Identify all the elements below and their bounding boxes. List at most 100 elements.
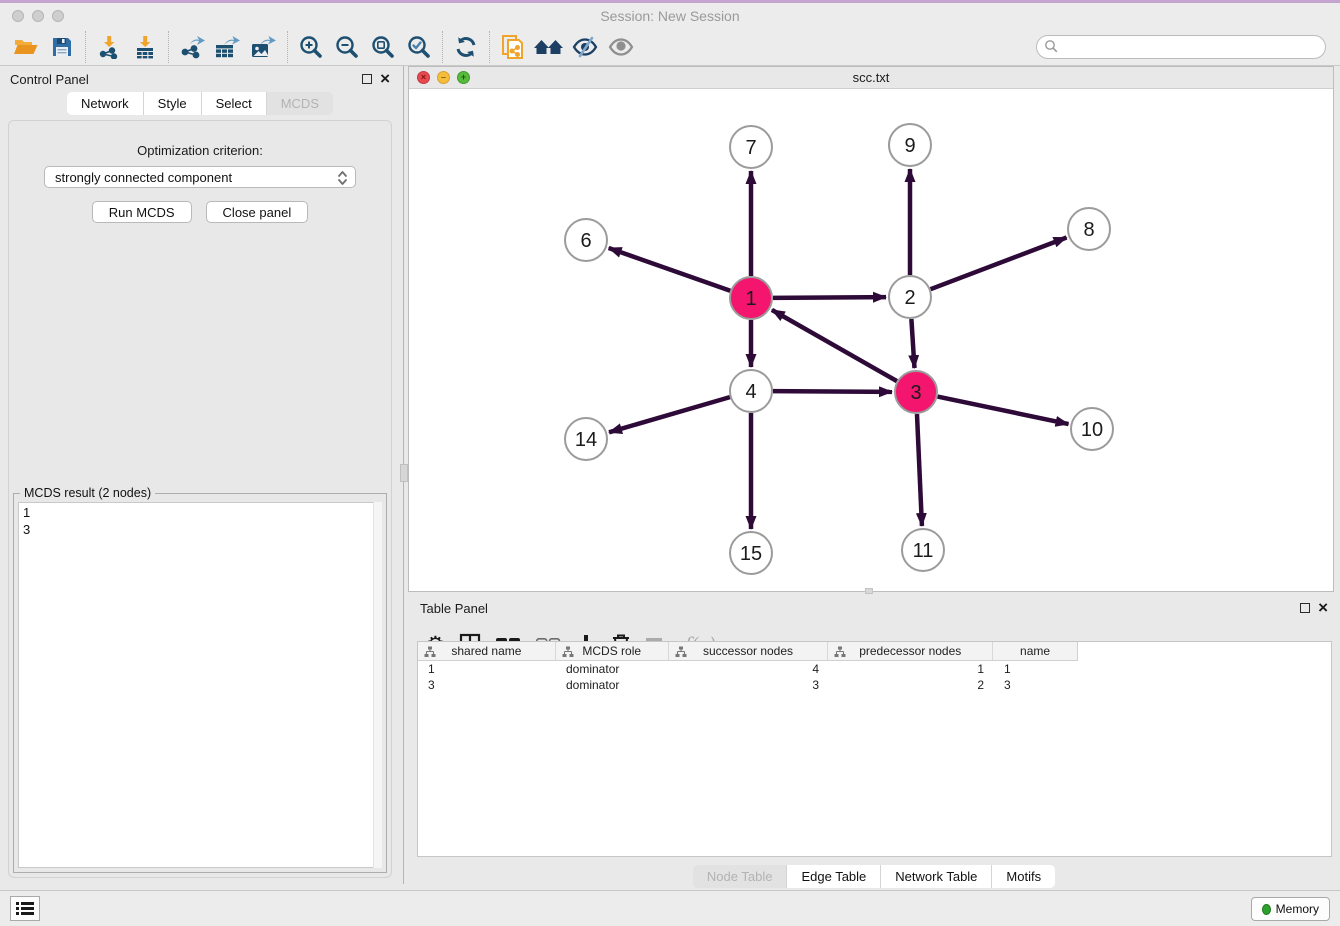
tab-select[interactable]: Select [202,92,267,115]
home-layout-icon[interactable] [531,31,567,63]
export-table-icon[interactable] [210,31,246,63]
control-panel: Control Panel × NetworkStyleSelectMCDS O… [0,66,400,884]
graph-edge-3-11[interactable] [917,414,922,526]
tab-node-table[interactable]: Node Table [693,865,788,888]
status-bar: Memory [0,890,1340,926]
run-mcds-button[interactable]: Run MCDS [92,201,192,223]
import-table-icon[interactable] [127,31,163,63]
graph-edge-3-1[interactable] [772,310,897,381]
column-header-successor-nodes[interactable]: successor nodes [669,642,829,660]
frame-minimize-icon[interactable]: – [437,71,450,84]
toolbar-separator [287,31,288,63]
save-session-icon[interactable] [44,31,80,63]
cell-successor-nodes[interactable]: 3 [669,677,829,693]
graph-edge-4-3[interactable] [773,391,892,392]
network-frame-titlebar[interactable]: × – + scc.txt [409,67,1333,89]
graph-edge-2-3[interactable] [911,319,914,368]
cell-mcds-role[interactable]: dominator [556,677,669,693]
result-scrollbar[interactable] [373,502,382,868]
optimization-criterion-label: Optimization criterion: [9,143,391,158]
splitter-grip[interactable] [400,464,408,482]
tab-edge-table[interactable]: Edge Table [787,865,881,888]
float-panel-icon[interactable] [362,74,372,84]
graph-edge-1-2[interactable] [773,297,886,298]
mcds-result-text[interactable]: 1 3 [18,502,382,868]
cell-shared-name[interactable]: 3 [418,677,556,693]
graph-node-label-2: 2 [904,287,915,309]
close-panel-button[interactable]: Close panel [206,201,309,223]
column-header-name[interactable]: name [993,642,1077,660]
graph-node-label-8: 8 [1083,219,1094,241]
graph-node-label-1: 1 [745,288,756,310]
graph-edge-3-10[interactable] [938,397,1069,425]
show-graphics-details-icon[interactable] [603,31,639,63]
float-table-panel-icon[interactable] [1300,603,1310,613]
memory-label: Memory [1276,902,1319,916]
control-panel-title: Control Panel [10,72,89,87]
minimize-window-icon[interactable] [32,10,44,22]
memory-button[interactable]: Memory [1251,897,1330,921]
frame-close-icon[interactable]: × [417,71,430,84]
cell-successor-nodes[interactable]: 4 [669,661,829,677]
panel-splitter[interactable] [400,66,408,884]
zoom-fit-icon[interactable] [365,31,401,63]
graph-edge-1-6[interactable] [609,248,731,291]
tab-network-table[interactable]: Network Table [881,865,992,888]
main-toolbar [0,28,1340,66]
application-window: Session: New Session [0,0,1340,926]
column-header-shared-name[interactable]: shared name [418,642,556,660]
graph-node-label-4: 4 [745,381,756,403]
hide-graphics-details-icon[interactable] [567,31,603,63]
memory-status-icon [1262,904,1271,915]
tab-network[interactable]: Network [67,92,144,115]
zoom-out-icon[interactable] [329,31,365,63]
graph-node-label-11: 11 [913,540,934,562]
graph-edge-4-14[interactable] [609,397,730,432]
graph-node-label-7: 7 [745,137,756,159]
zoom-selected-icon[interactable] [401,31,437,63]
close-window-icon[interactable] [12,10,24,22]
frame-maximize-icon[interactable]: + [457,71,470,84]
traffic-lights [12,10,64,22]
chevron-up-down-icon [337,170,348,189]
open-session-icon[interactable] [8,31,44,63]
cell-mcds-role[interactable]: dominator [556,661,669,677]
close-panel-icon[interactable]: × [380,74,390,84]
criterion-select[interactable]: strongly connected component [44,166,356,188]
column-header-predecessor-nodes[interactable]: predecessor nodes [828,642,993,660]
maximize-window-icon[interactable] [52,10,64,22]
network-canvas[interactable]: 7968124314101511 [409,89,1333,591]
title-bar: Session: New Session [0,3,1340,28]
cell-shared-name[interactable]: 1 [418,661,556,677]
cell-predecessor-nodes[interactable]: 2 [829,677,994,693]
tab-style[interactable]: Style [144,92,202,115]
table-row[interactable]: 3dominator323 [418,677,1331,693]
search-icon [1044,39,1059,59]
table-body: 1dominator4113dominator323 [418,661,1331,693]
table-row[interactable]: 1dominator411 [418,661,1331,677]
table-tabs: Node TableEdge TableNetwork TableMotifs [408,865,1340,888]
cell-predecessor-nodes[interactable]: 1 [829,661,994,677]
frame-resize-grip[interactable] [865,588,873,594]
refresh-icon[interactable] [448,31,484,63]
control-panel-tabs: NetworkStyleSelectMCDS [0,92,400,115]
cell-name[interactable]: 3 [994,677,1078,693]
export-image-icon[interactable] [246,31,282,63]
graph-node-label-3: 3 [910,382,921,404]
cell-name[interactable]: 1 [994,661,1078,677]
tab-mcds[interactable]: MCDS [267,92,333,115]
close-table-panel-icon[interactable]: × [1318,603,1328,613]
column-header-mcds-role[interactable]: MCDS role [556,642,669,660]
window-title: Session: New Session [0,8,1340,24]
search-input[interactable] [1036,35,1326,59]
task-history-icon[interactable] [10,896,40,921]
duplicate-network-icon[interactable] [495,31,531,63]
tab-motifs[interactable]: Motifs [992,865,1055,888]
graph-edge-2-8[interactable] [931,238,1067,290]
zoom-in-icon[interactable] [293,31,329,63]
export-network-icon[interactable] [174,31,210,63]
mcds-panel: Optimization criterion: strongly connect… [8,120,392,878]
import-network-icon[interactable] [91,31,127,63]
graph-node-label-14: 14 [575,429,597,451]
toolbar-separator [489,31,490,63]
